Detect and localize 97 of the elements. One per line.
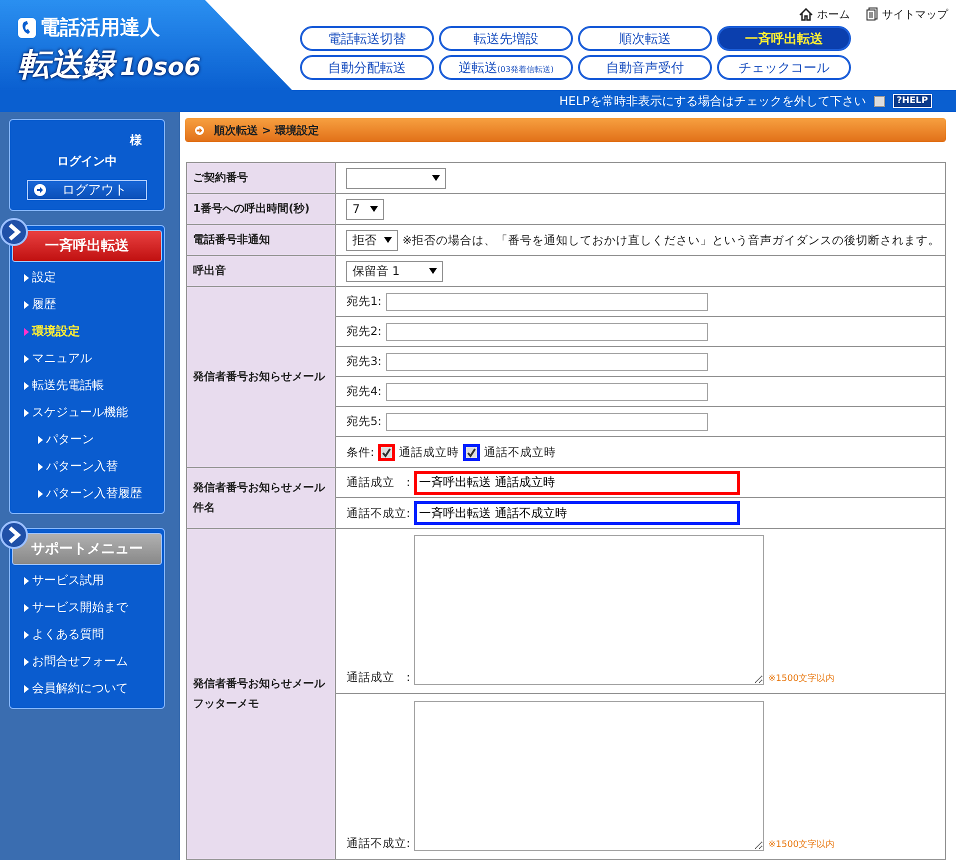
menu-item[interactable]: スケジュール機能 bbox=[10, 399, 164, 426]
caret-icon bbox=[370, 206, 378, 212]
menu-item[interactable]: マニュアル bbox=[10, 345, 164, 372]
checkbox-label: 通話不成立時 bbox=[484, 444, 556, 460]
field-label: 通話不成立: bbox=[346, 506, 410, 520]
input-field[interactable] bbox=[386, 382, 708, 400]
input-field[interactable] bbox=[386, 322, 708, 340]
checkbox-label: 通話成立時 bbox=[399, 444, 460, 460]
nav-tab[interactable]: 一斉呼出転送 bbox=[717, 26, 851, 51]
select-field[interactable]: 拒否 bbox=[346, 230, 398, 250]
input-field[interactable] bbox=[386, 352, 708, 370]
field-label: 宛先3: bbox=[346, 354, 382, 369]
field-label: ご契約番号 bbox=[186, 162, 336, 194]
header-link[interactable]: ホーム bbox=[799, 6, 850, 22]
arrow-icon bbox=[24, 630, 29, 638]
input-field[interactable]: 一斉呼出転送 通話成立時 bbox=[414, 470, 740, 494]
arrow-icon bbox=[38, 436, 43, 444]
help-text: HELPを常時非表示にする場合はチェックを外して下さい bbox=[559, 92, 866, 110]
nav-tab[interactable]: 自動音声受付 bbox=[578, 55, 712, 80]
arrow-icon bbox=[24, 328, 29, 336]
input-field[interactable] bbox=[386, 412, 708, 430]
field-label: 発信者番号お知らせメール 件名 bbox=[186, 468, 336, 528]
arrow-icon bbox=[24, 300, 29, 308]
select-field[interactable] bbox=[346, 168, 446, 188]
field-label: 呼出音 bbox=[186, 256, 336, 286]
phone-icon bbox=[18, 18, 36, 38]
menu-item[interactable]: よくある質問 bbox=[10, 621, 164, 648]
document-icon bbox=[866, 7, 878, 21]
field-label: 条件: bbox=[346, 444, 374, 460]
input-field[interactable]: 一斉呼出転送 通話不成立時 bbox=[414, 501, 740, 525]
check-icon bbox=[466, 446, 478, 458]
select-field[interactable]: 7 bbox=[346, 198, 384, 220]
field-label: 通話成立 : bbox=[346, 475, 410, 490]
arrow-icon bbox=[24, 576, 29, 584]
menu-item[interactable]: 設定 bbox=[10, 264, 164, 291]
field-label: 電話番号非通知 bbox=[186, 224, 336, 256]
menu-item[interactable]: 履歴 bbox=[10, 291, 164, 318]
nav-tab[interactable]: 逆転送(03発着信転送) bbox=[439, 55, 573, 80]
field-label: 発信者番号お知らせメール bbox=[186, 286, 336, 468]
select-field[interactable]: 保留音 1 bbox=[346, 260, 444, 282]
nav-tab[interactable]: チェックコール bbox=[717, 55, 851, 80]
caret-icon bbox=[429, 268, 438, 274]
field-label: 1番号への呼出時間(秒) bbox=[186, 194, 336, 224]
menu-item[interactable]: 転送先電話帳 bbox=[10, 372, 164, 399]
note-text: ※1500文字以内 bbox=[768, 838, 835, 851]
checkbox[interactable] bbox=[463, 444, 480, 460]
menu-item[interactable]: パターン入替 bbox=[10, 453, 164, 480]
menu-item[interactable]: お問合せフォーム bbox=[10, 648, 164, 675]
field-label: 宛先2: bbox=[346, 324, 382, 339]
header-link[interactable]: サイトマップ bbox=[866, 6, 948, 22]
chevron-icon bbox=[0, 218, 28, 246]
input-field[interactable] bbox=[386, 292, 708, 310]
menu-item[interactable]: パターン bbox=[10, 426, 164, 453]
logo-version: 10so6 bbox=[120, 53, 201, 81]
field-label: 宛先4: bbox=[346, 384, 382, 399]
nav-tab[interactable]: 順次転送 bbox=[578, 26, 712, 51]
arrow-icon bbox=[24, 658, 29, 666]
breadcrumb: 順次転送 > 環境設定 bbox=[214, 122, 319, 138]
check-icon bbox=[381, 446, 392, 458]
checkbox[interactable] bbox=[874, 96, 885, 106]
field-label: 通話成立 : bbox=[346, 670, 410, 685]
caret-icon bbox=[384, 237, 392, 243]
arrow-icon bbox=[34, 184, 46, 196]
nav-tab[interactable]: 電話転送切替 bbox=[300, 26, 434, 51]
menu-heading: サポートメニュー bbox=[12, 533, 162, 565]
field-label: 発信者番号お知らせメール フッターメモ bbox=[186, 528, 336, 860]
field-label: 通話不成立: bbox=[346, 836, 410, 851]
menu-item[interactable]: 会員解約について bbox=[10, 675, 164, 702]
menu-item[interactable]: サービス試用 bbox=[10, 567, 164, 594]
checkbox[interactable] bbox=[378, 444, 396, 460]
home-icon bbox=[799, 8, 813, 20]
login-status: ログイン中 bbox=[57, 153, 117, 170]
arrow-icon bbox=[38, 490, 43, 498]
arrow-icon bbox=[24, 684, 29, 692]
arrow-icon bbox=[24, 408, 29, 416]
arrow-icon bbox=[24, 604, 29, 612]
arrow-icon bbox=[195, 126, 204, 134]
nav-tab[interactable]: 自動分配転送 bbox=[300, 55, 434, 80]
arrow-icon bbox=[24, 274, 29, 282]
arrow-icon bbox=[24, 382, 29, 390]
logout-button[interactable]: ログアウト bbox=[27, 180, 147, 200]
arrow-icon bbox=[38, 462, 43, 470]
nav-tab[interactable]: 転送先増設 bbox=[439, 26, 573, 51]
chevron-icon bbox=[0, 521, 28, 549]
caret-icon bbox=[432, 175, 440, 181]
note-text: ※1500文字以内 bbox=[768, 672, 835, 685]
note-text: ※拒否の場合は、「番号を通知しておかけ直しください」という音声ガイダンスの後切断されます。 bbox=[402, 232, 940, 248]
field-label: 宛先1: bbox=[346, 294, 382, 309]
menu-item[interactable]: サービス開始まで bbox=[10, 594, 164, 621]
menu-item[interactable]: 環境設定 bbox=[10, 318, 164, 345]
help-button[interactable]: ?HELP bbox=[892, 94, 932, 108]
logo-tagline: 電話活用達人 bbox=[40, 14, 160, 41]
menu-heading: 一斉呼出転送 bbox=[12, 230, 162, 262]
arrow-icon bbox=[24, 354, 29, 362]
field-label: 宛先5: bbox=[346, 414, 382, 429]
user-name: 様 bbox=[130, 132, 142, 149]
menu-item[interactable]: パターン入替履歴 bbox=[10, 480, 164, 507]
